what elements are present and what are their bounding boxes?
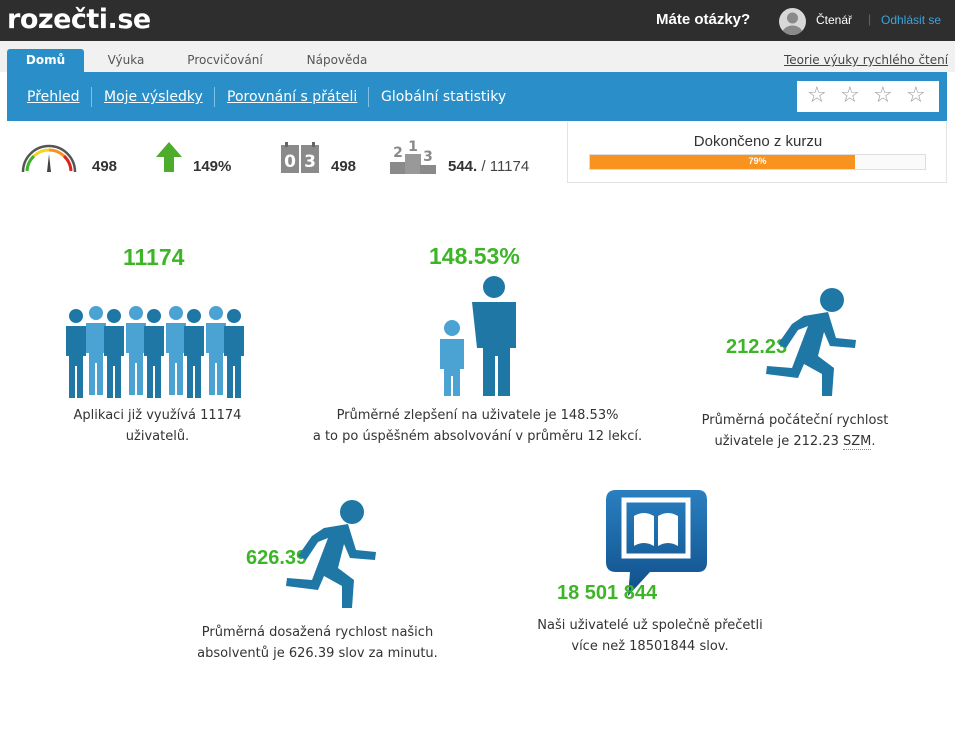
calendar-icon: 0 3 — [281, 142, 319, 173]
improvement-value: 149% — [193, 158, 232, 175]
username[interactable]: Čtenář — [816, 13, 852, 27]
subnav-compare-friends[interactable]: Porovnání s přáteli — [227, 89, 357, 105]
top-bar: rozečti.se Máte otázky? Čtenář | Odhlási… — [0, 0, 955, 41]
subnav-separator — [91, 87, 92, 107]
runner-icon — [766, 288, 856, 396]
star-icon[interactable]: ☆ — [807, 85, 827, 107]
subnav-separator — [368, 87, 369, 107]
avatar[interactable] — [779, 8, 806, 35]
users-caption: Aplikaci již využívá 11174 uživatelů. — [73, 408, 242, 444]
subnav-my-results[interactable]: Moje výsledky — [104, 89, 203, 105]
main-tabs: Domů Výuka Procvičování Nápověda Teorie … — [0, 41, 955, 72]
course-progress-title: Dokončeno z kurzu — [693, 133, 823, 150]
improvement-caption-line1: Průměrné zlepšení na uživatele je 148.53… — [336, 408, 619, 423]
rating-widget: ☆ ☆ ☆ ☆ — [797, 81, 939, 112]
star-icon[interactable]: ☆ — [906, 85, 926, 107]
improvement-caption-line2: a to po úspěšném absolvování v průměru 1… — [312, 429, 643, 444]
sub-navigation: Přehled Moje výsledky Porovnání s přátel… — [7, 72, 947, 121]
subnav-global-stats[interactable]: Globální statistiky — [381, 89, 506, 105]
end-speed-caption-line1: Průměrná dosažená rychlost našich — [201, 625, 434, 640]
users-count: 11174 — [123, 244, 185, 270]
podium-digit-3: 3 — [423, 149, 433, 165]
questions-link[interactable]: Máte otázky? — [656, 11, 750, 28]
star-icon[interactable]: ☆ — [873, 85, 893, 107]
star-icon[interactable]: ☆ — [840, 85, 860, 107]
user-icon — [782, 12, 803, 35]
start-speed-caption-line1: Průměrná počáteční rychlost — [701, 413, 889, 428]
progress-bar: 79% — [589, 154, 926, 170]
start-speed-caption-line2: uživatele je 212.23 — [714, 434, 844, 449]
speed-value: 498 — [92, 158, 118, 175]
theory-link[interactable]: Teorie výuky rychlého čtení — [784, 53, 948, 67]
tab-help[interactable]: Nápověda — [296, 49, 378, 72]
rank-value: 544. / 11174 — [448, 158, 529, 175]
personal-stats: 498 149% 0 3 498 2 1 3 544. / 11174 Doko… — [0, 122, 955, 186]
calendar-digit-1: 0 — [284, 152, 296, 172]
child-adult-icon — [440, 276, 516, 396]
end-speed-caption: Průměrná dosažená rychlost našich absolve… — [185, 622, 450, 664]
szm-abbreviation[interactable]: SZM — [843, 434, 872, 450]
improvement-avg: 148.53% — [429, 243, 520, 269]
words-caption: Naši uživatelé už společně přečetli více … — [510, 615, 790, 657]
days-value: 498 — [331, 158, 357, 175]
runner-icon — [286, 500, 376, 608]
tab-practice[interactable]: Procvičování — [178, 49, 272, 72]
start-speed-caption-end: . — [871, 434, 876, 449]
tab-lessons[interactable]: Výuka — [98, 49, 154, 72]
end-speed-caption-line2: absolventů je 626.39 slov za minutu. — [197, 646, 438, 661]
words-caption-line1: Naši uživatelé už společně přečetli — [537, 618, 763, 633]
speedometer-icon — [21, 144, 77, 173]
tab-home[interactable]: Domů — [7, 49, 84, 72]
start-speed-caption: Průměrná počáteční rychlost uživatele je … — [690, 410, 900, 452]
arrow-up-icon — [156, 142, 182, 172]
improvement-caption: Průměrné zlepšení na uživatele je 148.53… — [300, 405, 655, 447]
podium-digit-2: 2 — [393, 145, 403, 161]
calendar-digit-2: 3 — [304, 152, 316, 172]
podium-icon: 2 1 3 — [390, 139, 436, 174]
crowd-icon — [66, 306, 244, 398]
progress-label: 79% — [748, 156, 767, 166]
words-caption-line2: více než 18501844 slov. — [571, 639, 729, 654]
top-separator: | — [868, 12, 872, 26]
subnav-separator — [214, 87, 215, 107]
course-progress: Dokončeno z kurzu 79% — [567, 122, 947, 183]
rank-position: 544. — [448, 158, 478, 175]
podium-digit-1: 1 — [408, 139, 418, 155]
rank-total: / 11174 — [481, 158, 530, 175]
words-value: 18 501 844 — [557, 582, 658, 604]
logout-link[interactable]: Odhlásit se — [881, 13, 941, 27]
logo[interactable]: rozečti.se — [7, 4, 151, 35]
subnav-overview[interactable]: Přehled — [27, 89, 80, 105]
